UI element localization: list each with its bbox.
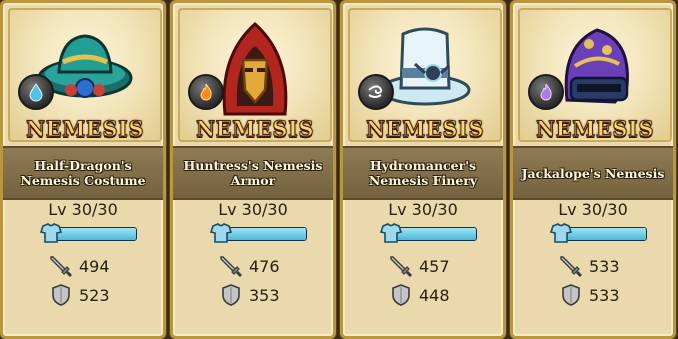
attack-value: 494: [79, 256, 110, 276]
item-name-bar: Huntress's Nemesis Armor: [173, 146, 333, 200]
item-level: Lv 30/30: [388, 200, 458, 219]
defense-value: 353: [249, 285, 280, 305]
attack-value: 457: [419, 256, 450, 276]
item-art-frame: NEMESIS: [8, 8, 162, 142]
shield-icon: [222, 284, 240, 306]
item-level: Lv 30/30: [48, 200, 118, 219]
nemesis-label: NEMESIS: [25, 116, 145, 142]
attack-value: 533: [589, 256, 620, 276]
xp-bar: [39, 223, 137, 243]
armor-icon: [39, 223, 63, 243]
item-name-bar: Hydromancer's Nemesis Finery: [343, 146, 503, 200]
nemesis-label: NEMESIS: [365, 116, 485, 142]
defense-stat: 533: [559, 282, 620, 308]
nemesis-label: NEMESIS: [195, 116, 315, 142]
element-badge: [18, 74, 54, 110]
attack-stat: 476: [219, 253, 280, 279]
armor-icon: [379, 223, 403, 243]
equipment-card[interactable]: NEMESIS Jackalope's Nemesis Lv 30/30 533: [510, 0, 676, 339]
item-art-frame: NEMESIS: [518, 8, 672, 142]
attack-stat: 494: [49, 253, 110, 279]
sword-icon: [220, 256, 243, 278]
sword-icon: [50, 256, 73, 278]
nemesis-label: NEMESIS: [535, 116, 655, 142]
fire-icon: [200, 83, 212, 101]
defense-value: 533: [589, 285, 620, 305]
shield-icon: [392, 284, 410, 306]
water-drop-icon: [29, 83, 43, 102]
item-level: Lv 30/30: [558, 200, 628, 219]
defense-stat: 448: [389, 282, 450, 308]
defense-stat: 523: [49, 282, 110, 308]
element-badge: [188, 74, 224, 110]
equipment-card[interactable]: NEMESIS Hydromancer's Nemesis Finery Lv …: [340, 0, 506, 339]
attack-stat: 457: [389, 253, 450, 279]
xp-bar: [379, 223, 477, 243]
attack-value: 476: [249, 256, 280, 276]
item-art-frame: NEMESIS: [178, 8, 332, 142]
item-name: Jackalope's Nemesis: [521, 165, 665, 181]
sword-icon: [390, 256, 413, 278]
xp-bar: [549, 223, 647, 243]
element-badge: [358, 74, 394, 110]
equipment-card[interactable]: NEMESIS Half-Dragon's Nemesis Costume Lv…: [0, 0, 166, 339]
item-level: Lv 30/30: [218, 200, 288, 219]
item-name-bar: Half-Dragon's Nemesis Costume: [3, 146, 163, 200]
item-name: Huntress's Nemesis Armor: [183, 158, 323, 188]
defense-stat: 353: [219, 282, 280, 308]
shadow-flame-icon: [540, 83, 552, 101]
armor-icon: [549, 223, 573, 243]
attack-stat: 533: [559, 253, 620, 279]
shield-icon: [52, 284, 70, 306]
item-art-frame: NEMESIS: [348, 8, 502, 142]
item-name-bar: Jackalope's Nemesis: [513, 146, 673, 200]
xp-bar: [209, 223, 307, 243]
wind-icon: [368, 85, 383, 98]
equipment-card[interactable]: NEMESIS Huntress's Nemesis Armor Lv 30/3…: [170, 0, 336, 339]
defense-value: 448: [419, 285, 450, 305]
armor-icon: [209, 223, 233, 243]
equipment-card-row: NEMESIS Half-Dragon's Nemesis Costume Lv…: [0, 0, 678, 339]
sword-icon: [560, 256, 583, 278]
element-badge: [528, 74, 564, 110]
item-name: Hydromancer's Nemesis Finery: [368, 158, 478, 188]
item-name: Half-Dragon's Nemesis Costume: [20, 158, 146, 188]
defense-value: 523: [79, 285, 110, 305]
shield-icon: [562, 284, 580, 306]
